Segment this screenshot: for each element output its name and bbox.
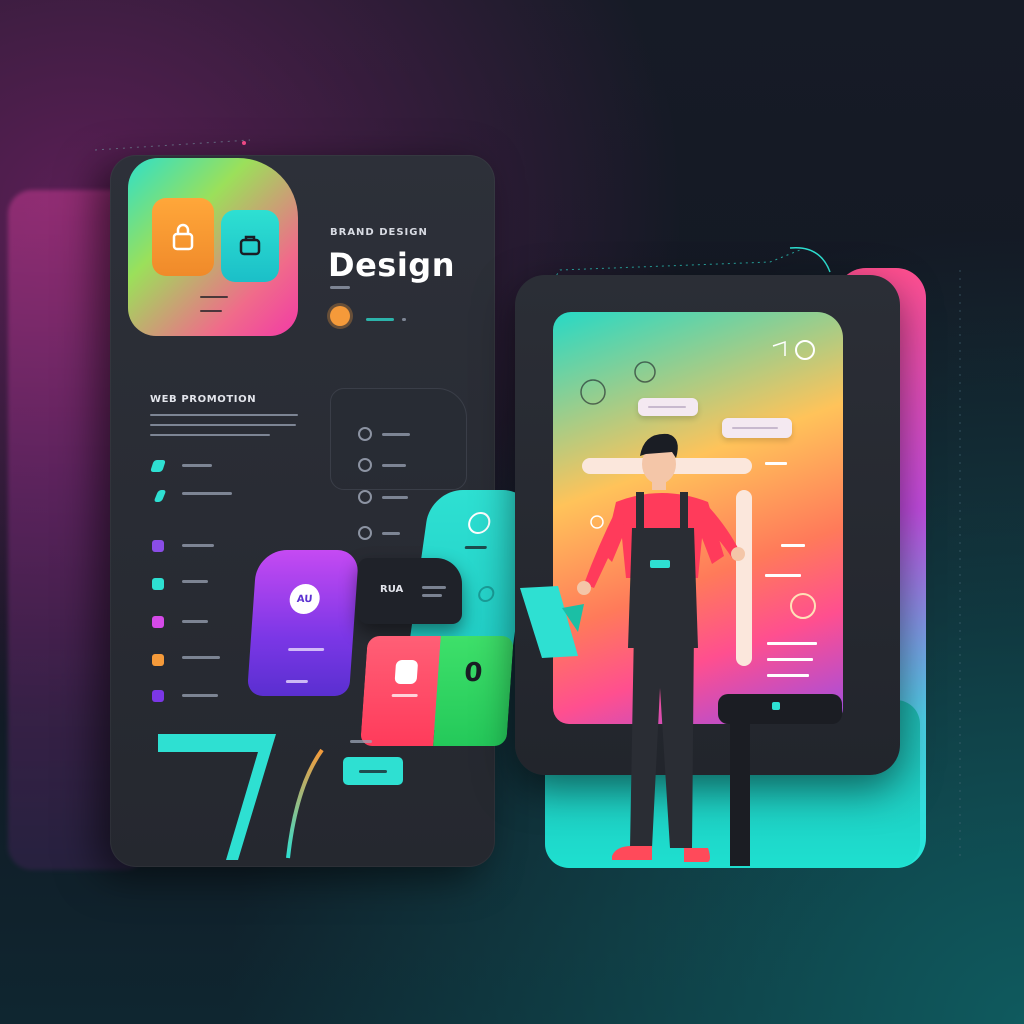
nav-item-icon[interactable] <box>152 616 164 628</box>
option-line <box>382 433 410 436</box>
nav-item-line[interactable] <box>182 620 208 623</box>
card-circle <box>477 586 496 602</box>
title-underline <box>330 286 350 289</box>
option-radio[interactable] <box>358 490 372 504</box>
lock-icon <box>394 660 419 684</box>
orange-curve <box>286 748 324 859</box>
purple-feature-card[interactable]: AU <box>246 550 360 696</box>
page-title: Design <box>328 246 455 284</box>
card-line <box>285 680 309 683</box>
nav-item-line[interactable] <box>182 694 218 697</box>
option-line <box>382 464 406 467</box>
pink-half <box>360 636 441 746</box>
card-line <box>391 694 418 697</box>
nav-item-line[interactable] <box>182 464 212 467</box>
options-panel <box>330 388 467 490</box>
seven-shape <box>158 734 276 860</box>
card-line <box>464 546 487 549</box>
nav-item-line[interactable] <box>182 656 220 659</box>
option-line <box>382 496 408 499</box>
nav-item-line[interactable] <box>182 492 232 495</box>
teal-action-button[interactable] <box>343 757 403 785</box>
kiosk-light <box>772 702 780 710</box>
tile-line <box>200 296 228 298</box>
progress-line-tail <box>402 318 406 321</box>
chat-icon <box>239 235 261 256</box>
chat-app-icon[interactable] <box>221 210 279 282</box>
nav-item-line[interactable] <box>182 580 208 583</box>
bubble-line <box>648 406 686 408</box>
option-radio[interactable] <box>358 458 372 472</box>
nav-item-icon[interactable] <box>152 578 164 590</box>
nav-item-icon[interactable] <box>152 654 164 666</box>
dark-chip-card[interactable]: RUA <box>358 558 462 624</box>
split-color-card[interactable]: 0 <box>360 636 514 746</box>
chat-bubble[interactable] <box>638 398 698 416</box>
chip-label: RUA <box>380 584 404 595</box>
chip-line <box>422 594 442 597</box>
paragraph-line <box>150 414 298 416</box>
small-line <box>350 740 372 743</box>
paragraph-line <box>150 434 270 436</box>
badge-avatar: AU <box>288 584 321 614</box>
option-radio[interactable] <box>358 427 372 441</box>
chip-line <box>422 586 446 589</box>
button-line <box>359 769 387 773</box>
card-icon <box>466 512 492 534</box>
nav-item-line[interactable] <box>182 544 214 547</box>
section-label: WEB PROMOTION <box>150 394 257 405</box>
designer-character <box>520 433 745 862</box>
card-digit: 0 <box>463 658 484 688</box>
brand-kicker: BRAND DESIGN <box>330 227 428 238</box>
nav-item-icon[interactable] <box>152 690 164 702</box>
option-line <box>382 532 400 535</box>
card-line <box>288 648 325 651</box>
lock-icon <box>172 223 194 251</box>
option-radio[interactable] <box>358 526 372 540</box>
tile-line <box>200 310 222 312</box>
green-half: 0 <box>433 636 514 746</box>
orange-dot-button[interactable] <box>330 306 350 326</box>
paragraph-line <box>150 424 296 426</box>
lock-app-icon[interactable] <box>152 198 214 276</box>
nav-item-icon[interactable] <box>152 540 164 552</box>
progress-line <box>366 318 394 321</box>
